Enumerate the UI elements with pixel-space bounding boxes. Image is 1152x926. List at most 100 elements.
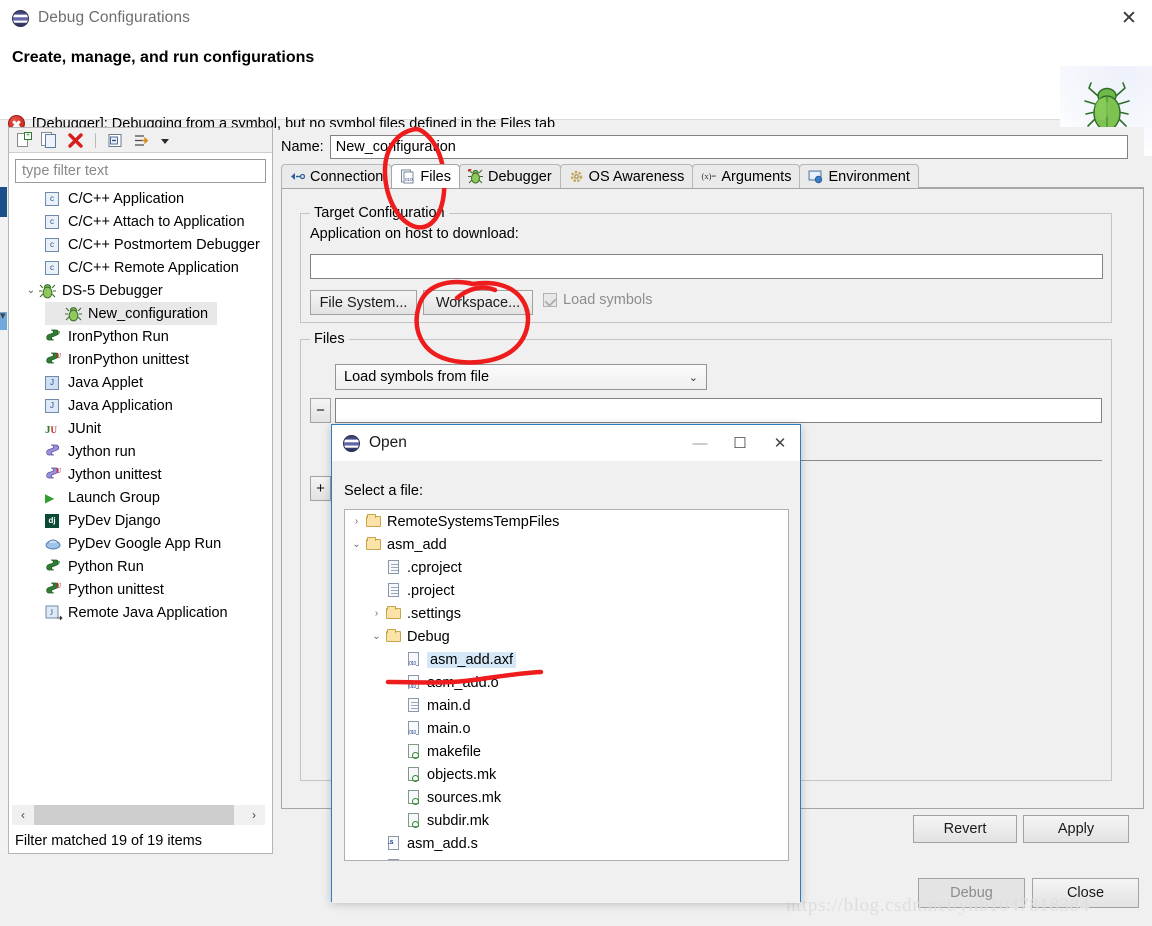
scroll-left-icon[interactable]: ‹ xyxy=(12,805,34,825)
close-button[interactable]: ✕ xyxy=(760,425,800,461)
tab-debugger[interactable]: Debugger xyxy=(458,164,561,188)
file-tree-item[interactable]: .c main.c xyxy=(345,855,788,861)
file-tree-item[interactable]: .s asm_add.s xyxy=(345,832,788,855)
eclipse-icon xyxy=(12,9,29,27)
tree-item-python-unittest[interactable]: U Python unittest xyxy=(9,578,272,601)
filter-placeholder: type filter text xyxy=(22,163,109,179)
tree-item-c-c-attach-to-application[interactable]: c C/C++ Attach to Application xyxy=(9,210,272,233)
tree-item-java-applet[interactable]: J Java Applet xyxy=(9,371,272,394)
tab-files[interactable]: 010 Files xyxy=(391,164,460,188)
file-tree-item[interactable]: ⌄ asm_add xyxy=(345,533,788,556)
tree-item-ironpython-run[interactable]: P IronPython Run xyxy=(9,325,272,348)
tree-item-jython-run[interactable]: J Jython run xyxy=(9,440,272,463)
add-file-button[interactable]: + xyxy=(310,476,331,501)
file-tree-item-label: subdir.mk xyxy=(427,812,490,829)
load-symbols-row[interactable]: Load symbols xyxy=(543,292,652,308)
file-tree-item[interactable]: objects.mk xyxy=(345,763,788,786)
new-configuration-icon[interactable]: + xyxy=(15,131,32,149)
tab-environment[interactable]: Environment xyxy=(799,164,919,188)
tree-item-c-c-application[interactable]: c C/C++ Application xyxy=(9,187,272,210)
tab-label: OS Awareness xyxy=(588,168,685,185)
file-tree-item[interactable]: ⌄ Debug xyxy=(345,625,788,648)
configurations-tree[interactable]: c C/C++ Application c C/C++ Attach to Appli… xyxy=(9,187,272,823)
tree-item-java-application[interactable]: J Java Application xyxy=(9,394,272,417)
load-symbols-checkbox[interactable] xyxy=(543,293,557,307)
jython-unittest-icon: U xyxy=(45,467,63,483)
apply-button[interactable]: Apply xyxy=(1023,815,1129,843)
file-tree-item[interactable]: 010 asm_add.axf xyxy=(345,648,788,671)
file-tree-item-label: .project xyxy=(407,582,455,599)
collapse-all-icon[interactable] xyxy=(107,132,124,149)
watermark-text: https://blog.csdn.net/ynb1047818384 xyxy=(786,895,1090,916)
file-tree-item-label: main.d xyxy=(427,697,471,714)
file-tree-item[interactable]: main.d xyxy=(345,694,788,717)
tree-item-c-c-remote-application[interactable]: c C/C++ Remote Application xyxy=(9,256,272,279)
remote-java-icon: J xyxy=(45,605,63,621)
filter-icon[interactable] xyxy=(133,132,150,149)
open-dialog-body: Select a file: › RemoteSystemsTempFiles ⌄ a… xyxy=(332,461,800,903)
revert-button[interactable]: Revert xyxy=(913,815,1017,843)
filter-input[interactable]: type filter text xyxy=(15,159,266,183)
name-input[interactable]: New_configuration xyxy=(329,135,1128,159)
remove-file-button[interactable]: − xyxy=(310,398,331,423)
file-tree-item[interactable]: 010 main.o xyxy=(345,717,788,740)
tree-item-new-configuration[interactable]: New_configuration xyxy=(45,302,217,325)
tree-item-ironpython-unittest[interactable]: U IronPython unittest xyxy=(9,348,272,371)
maximize-button[interactable]: ☐ xyxy=(720,425,760,461)
file-tree-item[interactable]: 010 asm_add.o xyxy=(345,671,788,694)
scroll-thumb[interactable] xyxy=(34,805,234,825)
file-tree-item[interactable]: makefile xyxy=(345,740,788,763)
duplicate-icon[interactable] xyxy=(41,131,58,149)
tree-item-label: DS-5 Debugger xyxy=(62,282,163,299)
scrollbar-thumb-primary[interactable] xyxy=(0,187,7,217)
tree-horizontal-scrollbar[interactable]: ‹ › xyxy=(12,805,265,825)
tree-item-label: Java Applet xyxy=(68,374,143,391)
tree-item-label: Python Run xyxy=(68,558,144,575)
expand-chevron-icon[interactable]: ⌄ xyxy=(23,285,39,296)
tree-item-c-c-postmortem-debugger[interactable]: c C/C++ Postmortem Debugger xyxy=(9,233,272,256)
file-tree-item[interactable]: › RemoteSystemsTempFiles xyxy=(345,510,788,533)
application-path-input[interactable] xyxy=(310,254,1103,279)
django-icon: dj xyxy=(45,513,63,529)
window-close-button[interactable]: ✕ xyxy=(1106,0,1152,36)
tree-item-label: Jython run xyxy=(68,443,136,460)
expand-chevron-icon[interactable]: ⌄ xyxy=(369,631,384,642)
file-tree-item-label: main.c xyxy=(407,859,450,861)
tree-item-remote-java-application[interactable]: J Remote Java Application xyxy=(9,601,272,624)
tree-item-pydev-django[interactable]: dj PyDev Django xyxy=(9,509,272,532)
expand-chevron-icon[interactable]: › xyxy=(369,608,384,619)
load-symbols-combo[interactable]: Load symbols from file ⌄ xyxy=(335,364,707,390)
file-system-button[interactable]: File System... xyxy=(310,290,417,315)
delete-icon[interactable] xyxy=(67,132,84,149)
window-vertical-scrollbar[interactable]: ▾ xyxy=(0,127,7,854)
file-tree-item[interactable]: sources.mk xyxy=(345,786,788,809)
expand-chevron-icon[interactable]: › xyxy=(349,516,364,527)
open-file-dialog: Open — ☐ ✕ Select a file: › RemoteSystems… xyxy=(331,424,801,903)
file-tree-item[interactable]: subdir.mk xyxy=(345,809,788,832)
tab-arguments[interactable]: (x)= Arguments xyxy=(692,164,801,188)
file-tree-item[interactable]: › .settings xyxy=(345,602,788,625)
file-entry-field[interactable] xyxy=(335,398,1102,423)
tree-item-label: New_configuration xyxy=(88,305,209,322)
file-tree-item-label: asm_add xyxy=(387,536,447,553)
workspace-button[interactable]: Workspace... xyxy=(423,290,533,315)
tree-item-pydev-google-app-run[interactable]: PyDev Google App Run xyxy=(9,532,272,555)
tree-item-ds-5-debugger[interactable]: ⌄ DS-5 Debugger xyxy=(9,279,272,302)
file-tree-item[interactable]: .project xyxy=(345,579,788,602)
configuration-tabs[interactable]: Connection 010 Files Debugger OS Awareness (x… xyxy=(281,164,1144,189)
file-tree-item[interactable]: .cproject xyxy=(345,556,788,579)
expand-chevron-icon[interactable]: ⌄ xyxy=(349,539,364,550)
tree-item-jython-unittest[interactable]: U Jython unittest xyxy=(9,463,272,486)
tree-item-python-run[interactable]: P Python Run xyxy=(9,555,272,578)
tree-item-junit[interactable]: JU JUnit xyxy=(9,417,272,440)
tab-os-awareness[interactable]: OS Awareness xyxy=(559,164,694,188)
tree-item-launch-group[interactable]: ▶ Launch Group xyxy=(9,486,272,509)
tab-label: Arguments xyxy=(721,168,792,185)
tab-connection[interactable]: Connection xyxy=(281,164,393,188)
scroll-right-icon[interactable]: › xyxy=(243,805,265,825)
scroll-track[interactable] xyxy=(34,805,243,825)
tree-item-label: PyDev Django xyxy=(68,512,161,529)
file-tree[interactable]: › RemoteSystemsTempFiles ⌄ asm_add .cproject… xyxy=(344,509,789,861)
minimize-button[interactable]: — xyxy=(680,425,720,461)
view-menu-icon[interactable] xyxy=(159,132,171,149)
